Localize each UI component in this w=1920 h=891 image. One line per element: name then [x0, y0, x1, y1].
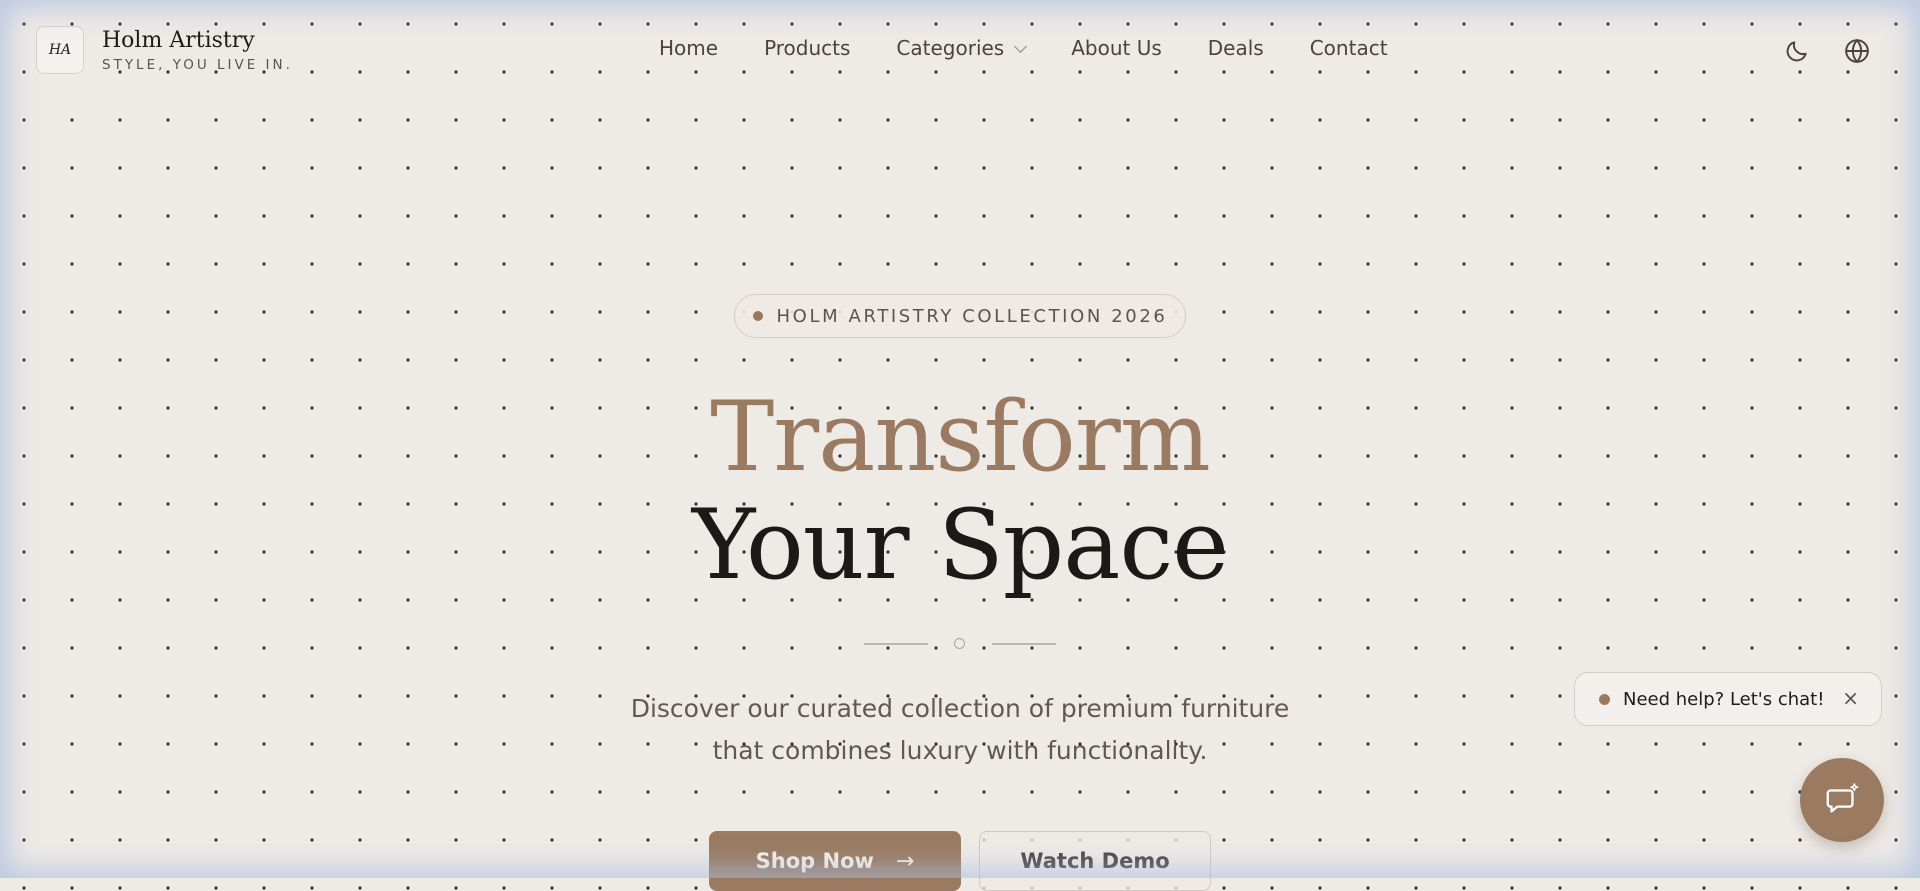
badge-dot — [752, 311, 763, 321]
moon-icon[interactable] — [1784, 38, 1810, 64]
badge-text: HOLM ARTISTRY COLLECTION 2026 — [776, 305, 1168, 327]
brand-logo: HA — [36, 26, 84, 74]
brand-tagline: STYLE, YOU LIVE IN. — [102, 56, 293, 73]
divider-line-right — [992, 643, 1056, 645]
nav-products-label: Products — [764, 36, 851, 60]
arrow-right-icon: → — [895, 848, 915, 874]
ornament-divider — [864, 637, 1056, 651]
nav-categories[interactable]: Categories — [896, 36, 1028, 60]
nav-about-us-label: About Us — [1071, 36, 1162, 60]
brand[interactable]: HA Holm Artistry STYLE, YOU LIVE IN. — [36, 26, 293, 74]
chat-button[interactable] — [1800, 758, 1884, 842]
brand-logo-text: HA — [48, 42, 72, 58]
nav-deals-label: Deals — [1207, 36, 1264, 60]
hero-subtitle-line2: that combines luxury with functionality. — [712, 736, 1208, 765]
hero-title-line2: Your Space — [691, 489, 1229, 601]
chat-status-dot — [1599, 693, 1610, 705]
brand-text: Holm Artistry STYLE, YOU LIVE IN. — [102, 28, 293, 73]
chat-prompt-text: Need help? Let's chat! — [1623, 688, 1825, 710]
main-nav: Home Products Categories About Us Deals … — [659, 36, 1388, 60]
divider-line-left — [864, 643, 928, 645]
nav-contact-label: Contact — [1309, 36, 1388, 60]
chat-prompt[interactable]: Need help? Let's chat! × — [1574, 672, 1882, 726]
nav-about-us[interactable]: About Us — [1071, 36, 1162, 60]
watch-demo-button[interactable]: Watch Demo — [979, 831, 1211, 891]
globe-icon[interactable] — [1844, 38, 1870, 64]
close-icon[interactable]: × — [1842, 688, 1859, 708]
nav-contact[interactable]: Contact — [1310, 36, 1388, 60]
brand-name: Holm Artistry — [102, 27, 255, 53]
chevron-down-icon — [1014, 39, 1028, 53]
nav-home-label: Home — [659, 36, 719, 60]
collection-badge: HOLM ARTISTRY COLLECTION 2026 — [734, 294, 1186, 338]
nav-products[interactable]: Products — [764, 36, 850, 60]
shop-now-button[interactable]: Shop Now → — [709, 831, 961, 891]
divider-circle — [954, 638, 965, 649]
nav-deals[interactable]: Deals — [1208, 36, 1264, 60]
shop-now-label: Shop Now — [755, 849, 874, 873]
hero-title-line1: Transform — [710, 381, 1211, 493]
watch-demo-label: Watch Demo — [1020, 849, 1170, 873]
nav-categories-label: Categories — [896, 36, 1005, 60]
chat-bubble-icon — [1826, 783, 1859, 813]
nav-home[interactable]: Home — [659, 36, 718, 60]
